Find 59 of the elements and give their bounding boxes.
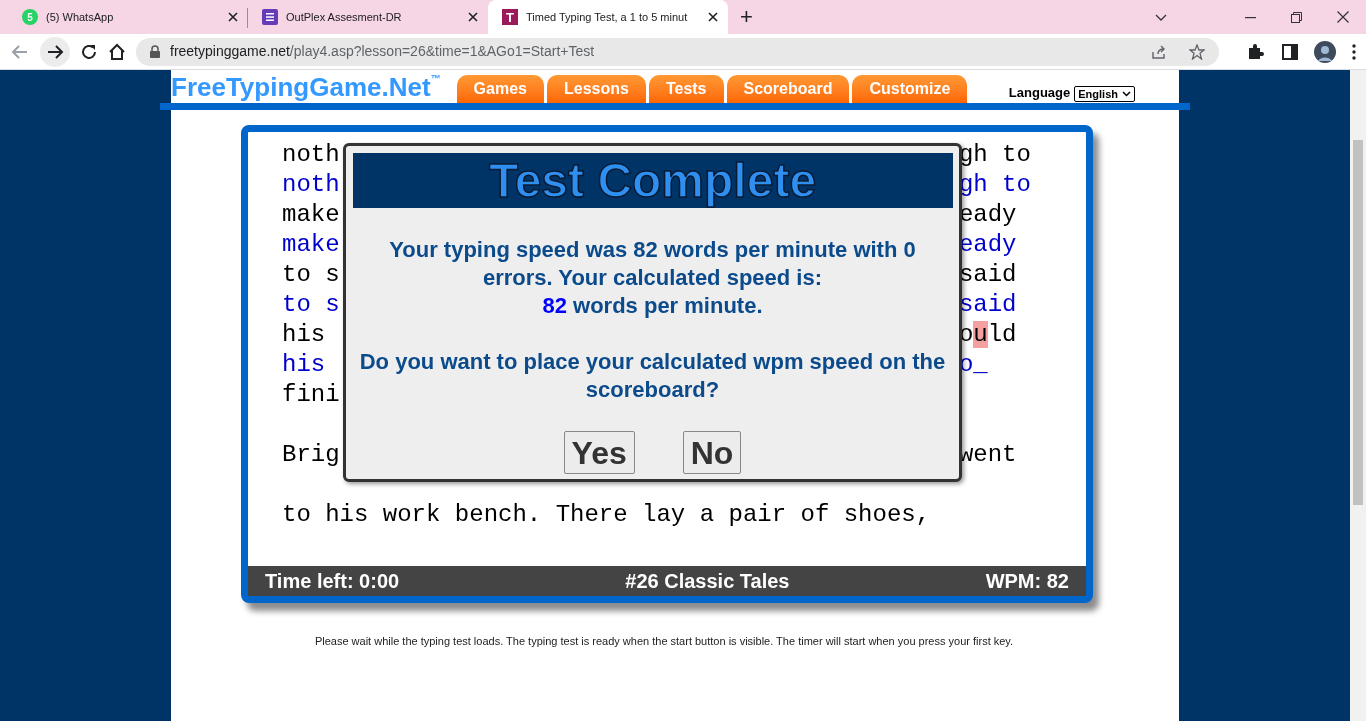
typing-text: Brig <box>282 441 340 468</box>
typing-text: eady <box>958 200 1017 230</box>
address-bar[interactable]: freetypinggame.net/play4.asp?lesson=26&time=1&AGo1=Start+Test <box>136 37 1219 66</box>
result-message: Your typing speed was 82 words per minute with 0 errors. Your calculated speed is: 82 words per minute. <box>388 236 917 320</box>
browser-tab[interactable]: 5 (5) WhatsApp <box>8 0 248 34</box>
browser-tab[interactable]: OutPlex Assesment-DR <box>248 0 488 34</box>
close-window-icon[interactable] <box>1337 11 1349 23</box>
forward-button[interactable] <box>40 36 70 67</box>
loading-note: Please wait while the typing test loads. The typing test is ready when the start button is visible. The timer will start when you press your first key. <box>314 634 1014 649</box>
typing-text: his <box>282 321 326 348</box>
typing-text: noth <box>282 141 340 168</box>
lock-icon <box>150 45 160 58</box>
scrollbar[interactable] <box>1350 70 1366 721</box>
close-icon[interactable] <box>708 12 718 22</box>
tab-search-icon[interactable] <box>1155 14 1167 22</box>
scoreboard-question: Do you want to place your calculated wpm speed on the scoreboard? <box>358 348 947 404</box>
lesson-title: #26 Classic Tales <box>625 569 790 594</box>
dialog-button[interactable]: Yes <box>563 431 635 474</box>
typing-text: his <box>282 351 326 378</box>
share-icon[interactable] <box>1151 43 1167 60</box>
close-icon[interactable] <box>468 12 478 22</box>
home-icon[interactable] <box>108 42 126 61</box>
typing-text: to s <box>282 261 340 288</box>
typing-text: gh to <box>958 170 1031 200</box>
tab-title: (5) WhatsApp <box>46 9 115 25</box>
typing-text: to his work bench. There lay a pair of shoes, <box>282 501 931 528</box>
restore-icon[interactable] <box>1291 12 1302 23</box>
side-panel-icon[interactable] <box>1282 43 1298 60</box>
typing-text: said <box>958 290 1017 320</box>
tab-title: OutPlex Assesment-DR <box>286 9 403 25</box>
wpm-reading: WPM: 82 <box>985 569 1069 594</box>
typing-text: make <box>282 201 340 228</box>
typing-text: said <box>958 260 1017 290</box>
minimize-icon[interactable] <box>1245 17 1256 19</box>
extensions-icon[interactable] <box>1247 43 1264 60</box>
close-icon[interactable] <box>228 12 238 22</box>
dialog-title: Test Complete <box>352 153 953 208</box>
bookmark-star-icon[interactable] <box>1189 43 1205 60</box>
chat-icon: 5 <box>22 9 38 25</box>
site-favicon: T <box>502 9 518 25</box>
time-left: Time left: 0:00 <box>265 569 400 594</box>
dialog-button[interactable]: No <box>682 431 742 474</box>
typing-text: noth <box>282 171 340 198</box>
avatar-icon[interactable] <box>1314 40 1336 63</box>
tab-title: Timed Typing Test, a 1 to 5 minut <box>526 9 689 25</box>
language-select[interactable]: English <box>1074 86 1135 102</box>
typing-text: gh to <box>958 140 1031 170</box>
url-text: freetypinggame.net/play4.asp?lesson=26&time=1&AGo1=Start+Test <box>170 42 595 61</box>
menu-icon[interactable] <box>1352 43 1356 60</box>
form-icon <box>262 9 278 25</box>
language-label: Language <box>1008 83 1071 102</box>
typing-text: eady <box>958 230 1017 260</box>
new-tab-button[interactable]: + <box>740 6 753 28</box>
typing-text: make <box>282 231 340 258</box>
reload-icon[interactable] <box>80 42 98 61</box>
typing-text: fini <box>282 381 340 408</box>
typing-text: to s <box>282 291 340 318</box>
browser-tab[interactable]: T Timed Typing Test, a 1 to 5 minut <box>488 0 728 34</box>
caret-icon <box>1122 91 1131 97</box>
